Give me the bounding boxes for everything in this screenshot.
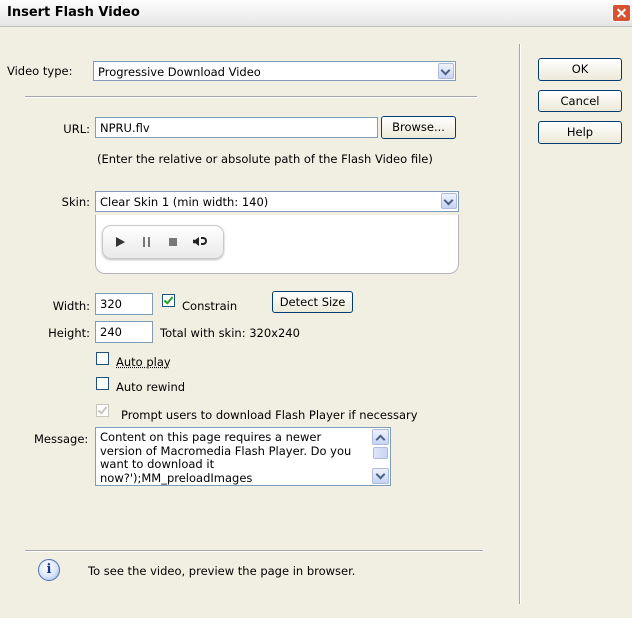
message-textarea[interactable]: Content on this page requires a newer ve… <box>95 427 391 486</box>
message-text: Content on this page requires a newer ve… <box>100 430 352 485</box>
info-text: To see the video, preview the page in br… <box>88 564 356 578</box>
skin-select[interactable]: Clear Skin 1 (min width: 140) <box>95 191 459 212</box>
width-input[interactable]: 320 <box>95 293 153 315</box>
url-input[interactable]: NPRU.flv <box>95 117 378 138</box>
video-type-select[interactable]: Progressive Download Video <box>93 61 456 81</box>
info-icon: i <box>38 559 60 581</box>
divider <box>25 96 477 98</box>
video-type-label: Video type: <box>7 64 73 78</box>
skin-control-bar <box>102 225 224 259</box>
height-value: 240 <box>100 325 122 339</box>
vertical-divider <box>519 44 521 604</box>
pause-icon <box>143 237 150 247</box>
chevron-down-icon[interactable] <box>438 63 454 79</box>
height-label: Height: <box>48 326 90 340</box>
auto-play-checkbox[interactable] <box>96 352 109 365</box>
total-with-skin: Total with skin: 320x240 <box>160 326 300 340</box>
volume-wave-icon <box>201 237 207 245</box>
chevron-down-icon[interactable] <box>441 193 457 209</box>
height-input[interactable]: 240 <box>95 321 153 343</box>
constrain-label: Constrain <box>182 299 238 313</box>
insert-flash-video-dialog: Insert Flash Video Video type: Progressi… <box>0 0 632 618</box>
ok-button[interactable]: OK <box>538 58 622 81</box>
skin-preview <box>95 215 459 274</box>
width-value: 320 <box>100 297 122 311</box>
close-icon[interactable] <box>612 4 631 22</box>
prompt-download-checkbox[interactable] <box>96 404 109 417</box>
skin-label: Skin: <box>61 195 90 209</box>
browse-button[interactable]: Browse... <box>381 116 456 139</box>
url-value: NPRU.flv <box>100 121 150 135</box>
stop-icon <box>169 238 177 246</box>
video-type-value: Progressive Download Video <box>98 65 261 79</box>
dialog-title: Insert Flash Video <box>7 5 140 20</box>
cancel-button[interactable]: Cancel <box>538 90 622 112</box>
url-hint: (Enter the relative or absolute path of … <box>97 152 433 166</box>
message-label: Message: <box>34 432 89 446</box>
auto-play-label[interactable]: Auto play <box>116 355 171 369</box>
footer-divider <box>25 550 483 552</box>
play-icon <box>116 237 125 247</box>
volume-icon <box>193 237 199 246</box>
scroll-thumb[interactable] <box>373 447 388 459</box>
width-label: Width: <box>52 299 90 313</box>
scroll-down-icon[interactable] <box>372 468 389 484</box>
message-scrollbar[interactable] <box>372 429 389 484</box>
scroll-up-icon[interactable] <box>372 429 389 445</box>
auto-rewind-checkbox[interactable] <box>96 377 109 390</box>
url-label: URL: <box>63 122 90 136</box>
detect-size-button[interactable]: Detect Size <box>272 291 353 313</box>
prompt-download-label: Prompt users to download Flash Player if… <box>121 408 418 422</box>
help-button[interactable]: Help <box>538 121 622 144</box>
auto-rewind-label[interactable]: Auto rewind <box>116 380 185 394</box>
title-bar[interactable]: Insert Flash Video <box>0 0 632 27</box>
constrain-checkbox[interactable] <box>162 294 175 307</box>
skin-value: Clear Skin 1 (min width: 140) <box>100 195 269 209</box>
